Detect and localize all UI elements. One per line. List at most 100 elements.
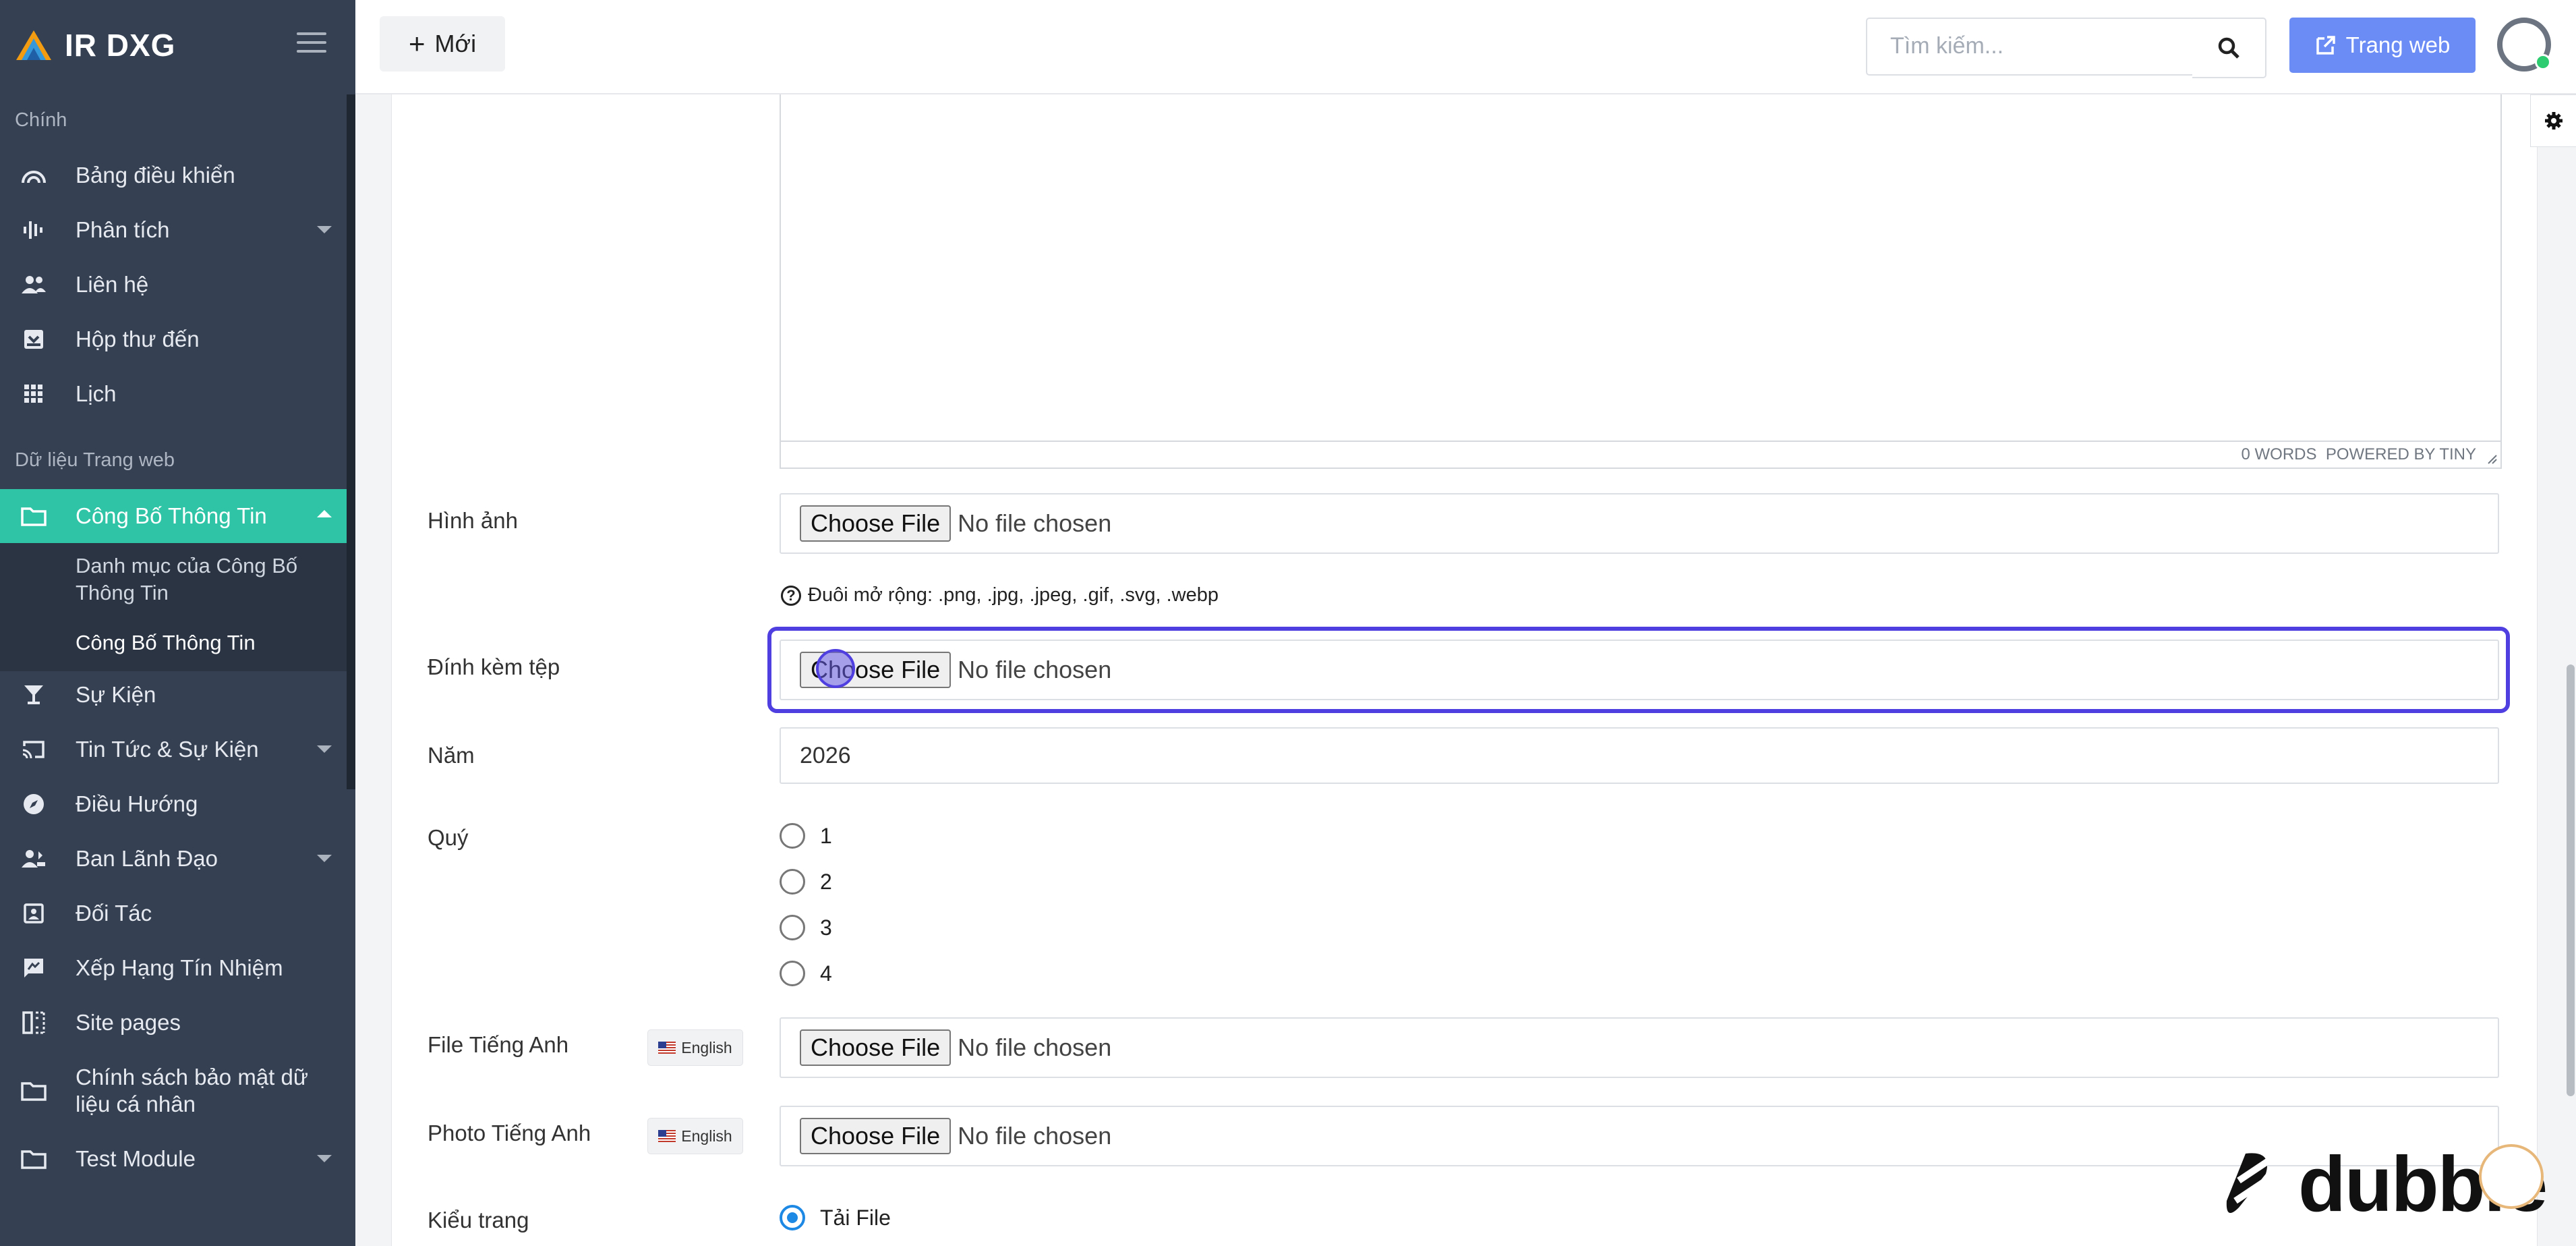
editor-status-bar: 0 WORDS POWERED BY TINY bbox=[781, 441, 2500, 468]
sidebar-item-site-pages[interactable]: Site pages bbox=[0, 996, 347, 1050]
sidebar-item-label: Lịch bbox=[76, 381, 117, 406]
english-file-status: No file chosen bbox=[958, 1033, 1112, 1061]
sidebar-subitem-disclosure[interactable]: Công Bố Thông Tin bbox=[76, 629, 256, 656]
page-scrollbar[interactable] bbox=[2567, 664, 2575, 1096]
sidebar-item-disclosure[interactable]: Công Bố Thông Tin bbox=[0, 489, 347, 543]
sidebar-subitem-categories[interactable]: Danh mục của Công Bố Thông Tin bbox=[76, 553, 332, 606]
image-choose-file-button[interactable]: Choose File bbox=[800, 505, 952, 542]
english-file-label: File Tiếng Anh bbox=[428, 1032, 569, 1057]
sidebar-item-label: Ban Lãnh Đạo bbox=[76, 846, 218, 871]
sidebar-section-web: Dữ liệu Trang web bbox=[15, 449, 175, 471]
quarter-option-label: 3 bbox=[820, 915, 832, 940]
sidebar-item-calendar[interactable]: Lịch bbox=[0, 367, 347, 421]
search-input[interactable] bbox=[1867, 19, 2175, 73]
sidebar-item-inbox[interactable]: Hộp thư đến bbox=[0, 312, 347, 366]
radio-icon[interactable] bbox=[780, 961, 805, 986]
new-button-label: Mới bbox=[434, 30, 477, 57]
sidebar-item-label: Sự Kiện bbox=[76, 682, 156, 707]
chat-bubble-icon[interactable] bbox=[2479, 1144, 2544, 1209]
sidebar-item-label: Công Bố Thông Tin bbox=[76, 503, 267, 528]
image-file-status: No file chosen bbox=[958, 509, 1112, 537]
analytics-icon bbox=[17, 219, 51, 242]
chevron-down-icon bbox=[317, 855, 332, 862]
new-button[interactable]: + Mới bbox=[380, 16, 505, 72]
attachment-label: Đính kèm tệp bbox=[428, 654, 560, 679]
question-icon: ? bbox=[781, 585, 801, 606]
menu-toggle-icon[interactable] bbox=[297, 32, 326, 57]
chevron-down-icon bbox=[317, 226, 332, 233]
radio-icon[interactable] bbox=[780, 823, 805, 849]
plus-icon: + bbox=[408, 28, 426, 59]
sidebar-submenu: Danh mục của Công Bố Thông Tin Công Bố T… bbox=[0, 543, 347, 671]
sidebar-item-label: Tin Tức & Sự Kiện bbox=[76, 737, 259, 762]
sidebar-item-contacts[interactable]: Liên hệ bbox=[0, 258, 347, 312]
sidebar-item-label: Phân tích bbox=[76, 217, 170, 242]
search-box bbox=[1866, 18, 2195, 76]
logo-icon bbox=[16, 30, 51, 60]
us-flag-icon bbox=[658, 1130, 676, 1142]
sidebar-item-label: Điều Hướng bbox=[76, 791, 198, 816]
compass-icon bbox=[17, 793, 51, 816]
sidebar-item-news[interactable]: Tin Tức & Sự Kiện bbox=[0, 723, 347, 776]
quarter-option[interactable]: 1 bbox=[780, 823, 832, 849]
rich-text-editor[interactable]: 0 WORDS POWERED BY TINY bbox=[780, 94, 2502, 469]
sidebar-section-main: Chính bbox=[15, 109, 67, 131]
pages-icon bbox=[17, 1011, 51, 1034]
sidebar-item-label: Đối Tác bbox=[76, 901, 152, 926]
folder-icon bbox=[17, 1081, 51, 1101]
sidebar: IR DXG Chính Bảng điều khiển Phân tích L… bbox=[0, 0, 355, 1246]
click-cursor bbox=[816, 649, 855, 688]
radio-selected-icon[interactable] bbox=[780, 1205, 805, 1230]
avatar[interactable] bbox=[2497, 18, 2551, 72]
sidebar-item-dashboard[interactable]: Bảng điều khiển bbox=[0, 148, 347, 202]
sidebar-item-events[interactable]: Sự Kiện bbox=[0, 668, 347, 722]
extensions-hint: ? Đuôi mở rộng: .png, .jpg, .jpeg, .gif,… bbox=[781, 584, 1219, 606]
year-input[interactable]: 2026 bbox=[780, 727, 2499, 784]
sidebar-item-credit-rating[interactable]: Xếp Hạng Tín Nhiệm bbox=[0, 941, 347, 995]
sidebar-item-privacy-policy[interactable]: Chính sách bảo mật dữ liệu cá nhân bbox=[0, 1050, 347, 1131]
page-type-label: Kiểu trang bbox=[428, 1208, 529, 1233]
contacts-icon bbox=[17, 275, 51, 295]
cast-icon bbox=[17, 739, 51, 760]
english-photo-choose-button[interactable]: Choose File bbox=[800, 1118, 952, 1154]
online-status-dot bbox=[2535, 54, 2551, 70]
rating-icon bbox=[17, 957, 51, 979]
external-link-icon bbox=[2316, 36, 2335, 55]
sidebar-item-label: Test Module bbox=[76, 1146, 196, 1171]
top-bar: + Mới Trang web bbox=[355, 0, 2576, 94]
search-icon bbox=[2218, 37, 2240, 59]
dashboard-icon bbox=[17, 165, 51, 186]
english-file-input[interactable]: Choose File No file chosen bbox=[780, 1017, 2499, 1078]
chevron-up-icon bbox=[317, 510, 332, 517]
sidebar-item-test-module[interactable]: Test Module bbox=[0, 1132, 347, 1186]
sidebar-item-partners[interactable]: Đối Tác bbox=[0, 886, 347, 940]
lang-badge: English bbox=[647, 1029, 743, 1066]
website-button[interactable]: Trang web bbox=[2289, 18, 2476, 73]
inbox-icon bbox=[17, 329, 51, 350]
badge-icon bbox=[17, 903, 51, 924]
quarter-option[interactable]: 3 bbox=[780, 915, 832, 940]
radio-icon[interactable] bbox=[780, 869, 805, 895]
image-file-input[interactable]: Choose File No file chosen bbox=[780, 493, 2499, 554]
gear-icon[interactable] bbox=[2530, 94, 2576, 147]
resize-handle-icon[interactable] bbox=[2486, 453, 2498, 465]
quarter-option[interactable]: 4 bbox=[780, 961, 832, 986]
editor-status-text: 0 WORDS POWERED BY TINY bbox=[2241, 445, 2476, 463]
brand-name: IR DXG bbox=[65, 28, 176, 63]
sidebar-item-label: Bảng điều khiển bbox=[76, 163, 235, 188]
extensions-hint-text: Đuôi mở rộng: .png, .jpg, .jpeg, .gif, .… bbox=[808, 584, 1219, 606]
radio-icon[interactable] bbox=[780, 915, 805, 940]
sidebar-item-label: Liên hệ bbox=[76, 272, 149, 297]
dubble-logo-icon bbox=[2226, 1153, 2271, 1213]
brand[interactable]: IR DXG bbox=[15, 20, 175, 70]
english-file-choose-button[interactable]: Choose File bbox=[800, 1029, 952, 1066]
sidebar-item-leadership[interactable]: Ban Lãnh Đạo bbox=[0, 832, 347, 886]
quarter-option[interactable]: 2 bbox=[780, 869, 832, 895]
sidebar-item-navigation[interactable]: Điều Hướng bbox=[0, 777, 347, 831]
sidebar-scrollbar[interactable] bbox=[347, 94, 355, 789]
sidebar-item-analytics[interactable]: Phân tích bbox=[0, 203, 347, 257]
page-type-option[interactable]: Tải File bbox=[780, 1205, 891, 1230]
image-label: Hình ảnh bbox=[428, 508, 518, 533]
search-button[interactable] bbox=[2192, 18, 2266, 78]
chevron-down-icon bbox=[317, 745, 332, 753]
